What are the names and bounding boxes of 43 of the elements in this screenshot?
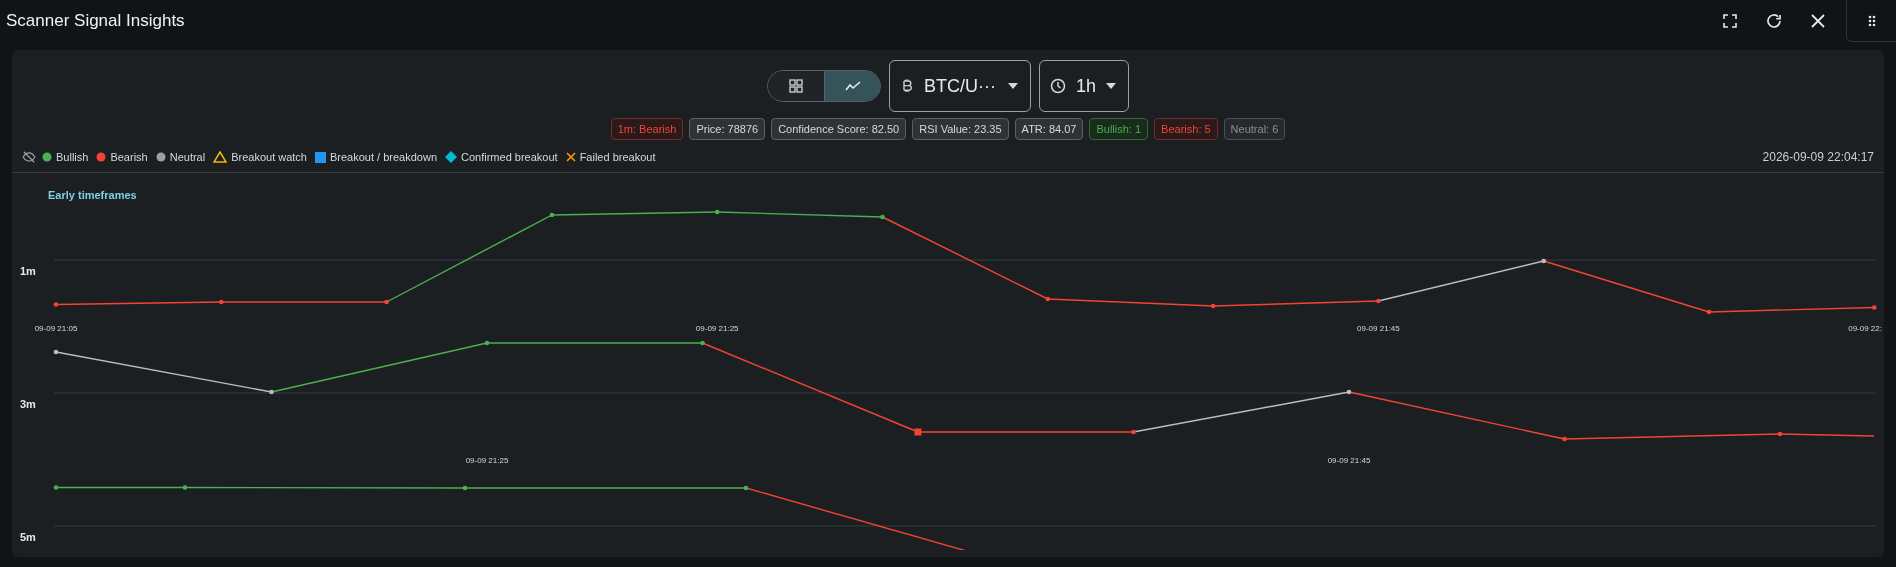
bitcoin-icon (902, 79, 912, 93)
fullscreen-icon (1723, 14, 1737, 28)
stat-badge: Bullish: 1 (1089, 118, 1149, 140)
legend-label: Breakout / breakdown (330, 149, 437, 165)
refresh-icon (1765, 12, 1783, 30)
stat-badge: Price: 78876 (689, 118, 766, 140)
legend-label: Bullish (56, 149, 89, 165)
stat-badge: 1m: Bearish (610, 118, 684, 140)
caret-icon (1106, 83, 1117, 89)
stat-badge: Neutral: 6 (1223, 118, 1286, 140)
stat-badge: Confidence Score: 82.50 (771, 118, 907, 140)
timeframe-label: 3m (20, 398, 36, 410)
grid-icon (789, 79, 803, 93)
timeframe-dropdown[interactable]: 1h (1039, 60, 1129, 112)
time-label: 09-09 21:25 (695, 324, 739, 333)
section-title: Early timeframes (48, 189, 137, 201)
pair-dropdown[interactable]: BTC/U··· (889, 60, 1031, 112)
chart-view-tab[interactable] (824, 71, 880, 101)
stat-badge: Bearish: 5 (1154, 118, 1218, 140)
legend-label: Breakout watch (231, 149, 307, 165)
drag-handle-button[interactable] (1846, 0, 1896, 42)
legend-label: Bearish (110, 149, 148, 165)
legend-label: Neutral (169, 149, 206, 165)
close-icon (1811, 14, 1825, 28)
eye-off-icon[interactable] (22, 150, 36, 164)
legend-label: Failed breakout (579, 149, 656, 165)
time-label: 09-09 21:25 (465, 456, 509, 465)
timeframe-label: 1m (20, 265, 36, 277)
time-label: 09-09 21:05 (34, 324, 78, 333)
caret-icon (1008, 83, 1018, 89)
time-label: 09-09 21:45 (1327, 456, 1371, 465)
timeframe-label: 5m (20, 531, 36, 543)
line-chart-icon (844, 80, 861, 92)
time-label: 09-09 22: (1848, 324, 1882, 333)
time-label: 09-09 21:45 (1357, 324, 1400, 333)
stat-badge: RSI Value: 23.35 (912, 118, 1009, 140)
stat-badge: ATR: 84.07 (1014, 118, 1084, 140)
clock-icon (1050, 78, 1066, 94)
grid-view-tab[interactable] (768, 71, 824, 101)
legend-label: Confirmed breakout (461, 149, 558, 165)
dots-grid-icon (1867, 14, 1876, 27)
timestamp: 2026-09-09 22:04:17 (1762, 149, 1874, 166)
window-title: Scanner Signal Insights (6, 10, 185, 33)
